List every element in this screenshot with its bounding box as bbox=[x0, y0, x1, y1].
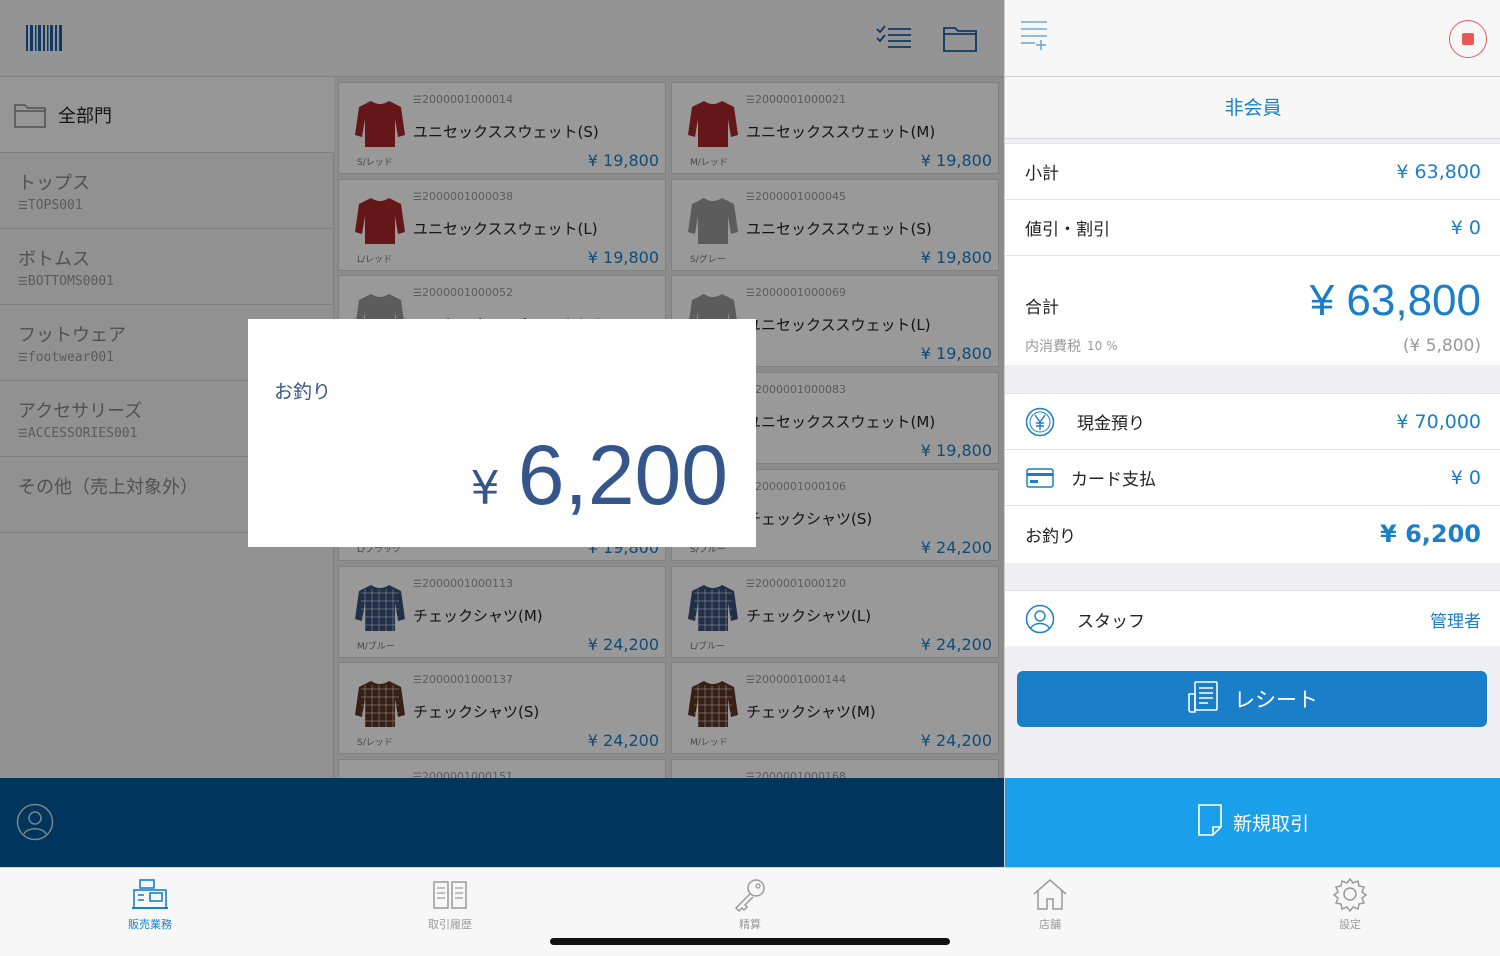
discount-row[interactable]: 値引・割引 ¥ 0 bbox=[1005, 200, 1500, 256]
yen-symbol: ¥ bbox=[470, 461, 500, 515]
stop-icon bbox=[1462, 33, 1474, 45]
staff-label: スタッフ bbox=[1077, 611, 1145, 632]
member-selector[interactable]: 非会員 bbox=[1005, 77, 1500, 139]
cash-row[interactable]: 現金預り ¥ 70,000 bbox=[1005, 394, 1500, 450]
staff-icon bbox=[1025, 604, 1055, 634]
tab-label: 精算 bbox=[739, 918, 761, 931]
tax-row: 内消費税 10 % (¥ 5,800) bbox=[1005, 326, 1500, 366]
change-modal[interactable]: お釣り ¥ 6,200 bbox=[248, 319, 756, 547]
totals-section: 小計 ¥ 63,800 値引・割引 ¥ 0 合計 ¥ 63,800 内消費税 1… bbox=[1005, 143, 1500, 365]
checkout-panel: 非会員 小計 ¥ 63,800 値引・割引 ¥ 0 合計 ¥ 63,800 内消… bbox=[1004, 0, 1500, 867]
register-icon bbox=[130, 876, 170, 912]
change-amount: ¥ 6,200 bbox=[471, 427, 729, 524]
staff-section[interactable]: スタッフ 管理者 bbox=[1005, 590, 1500, 646]
receipt-button[interactable]: レシート bbox=[1017, 671, 1487, 727]
change-amount-value: 6,200 bbox=[517, 428, 728, 522]
tax-label: 内消費税 bbox=[1025, 339, 1081, 355]
cash-label: 現金預り bbox=[1077, 414, 1145, 434]
gear-icon bbox=[1330, 876, 1370, 912]
tab-label: 取引履歴 bbox=[428, 918, 472, 931]
tab-label: 設定 bbox=[1339, 918, 1361, 931]
receipt-icon bbox=[1186, 680, 1220, 719]
add-list-button[interactable] bbox=[1019, 18, 1055, 58]
payment-section: 現金預り ¥ 70,000 カード支払 ¥ 0 お釣り ¥ 6,200 bbox=[1005, 393, 1500, 563]
card-row[interactable]: カード支払 ¥ 0 bbox=[1005, 450, 1500, 506]
change-label: お釣り bbox=[1025, 526, 1076, 547]
card-value: ¥ 0 bbox=[1450, 466, 1481, 489]
receipt-button-label: レシート bbox=[1234, 688, 1318, 712]
subtotal-label: 小計 bbox=[1025, 164, 1059, 184]
change-value: ¥ 6,200 bbox=[1380, 520, 1481, 548]
book-icon bbox=[430, 876, 470, 912]
total-label: 合計 bbox=[1025, 298, 1059, 318]
tab-label: 販売業務 bbox=[128, 918, 172, 931]
key-icon bbox=[730, 876, 770, 912]
tab-gear[interactable]: 設定 bbox=[1200, 868, 1500, 956]
subtotal-value: ¥ 63,800 bbox=[1396, 160, 1481, 183]
tab-register[interactable]: 販売業務 bbox=[0, 868, 300, 956]
home-indicator bbox=[550, 938, 950, 945]
house-icon bbox=[1030, 876, 1070, 912]
list-add-icon bbox=[1021, 21, 1047, 50]
document-icon bbox=[1197, 803, 1223, 842]
staff-row[interactable]: スタッフ 管理者 bbox=[1005, 591, 1500, 647]
new-transaction-label: 新規取引 bbox=[1232, 813, 1309, 835]
card-label: カード支払 bbox=[1071, 470, 1156, 490]
cancel-transaction-button[interactable] bbox=[1449, 20, 1487, 58]
change-modal-title: お釣り bbox=[274, 381, 332, 403]
new-transaction-button[interactable]: 新規取引 bbox=[1005, 778, 1500, 867]
total-row: 合計 ¥ 63,800 bbox=[1005, 256, 1500, 326]
tax-value: (¥ 5,800) bbox=[1402, 336, 1481, 356]
change-row: お釣り ¥ 6,200 bbox=[1005, 506, 1500, 562]
right-toolbar bbox=[1005, 0, 1500, 77]
tab-label: 店舗 bbox=[1039, 918, 1061, 931]
total-value: ¥ 63,800 bbox=[1309, 276, 1481, 325]
tax-rate: 10 % bbox=[1087, 339, 1118, 353]
discount-value: ¥ 0 bbox=[1450, 216, 1481, 239]
discount-label: 値引・割引 bbox=[1025, 220, 1110, 240]
staff-value: 管理者 bbox=[1430, 611, 1481, 632]
subtotal-row: 小計 ¥ 63,800 bbox=[1005, 144, 1500, 200]
cash-value: ¥ 70,000 bbox=[1396, 410, 1481, 433]
yen-coin-icon bbox=[1025, 407, 1055, 437]
credit-card-icon bbox=[1025, 463, 1055, 493]
